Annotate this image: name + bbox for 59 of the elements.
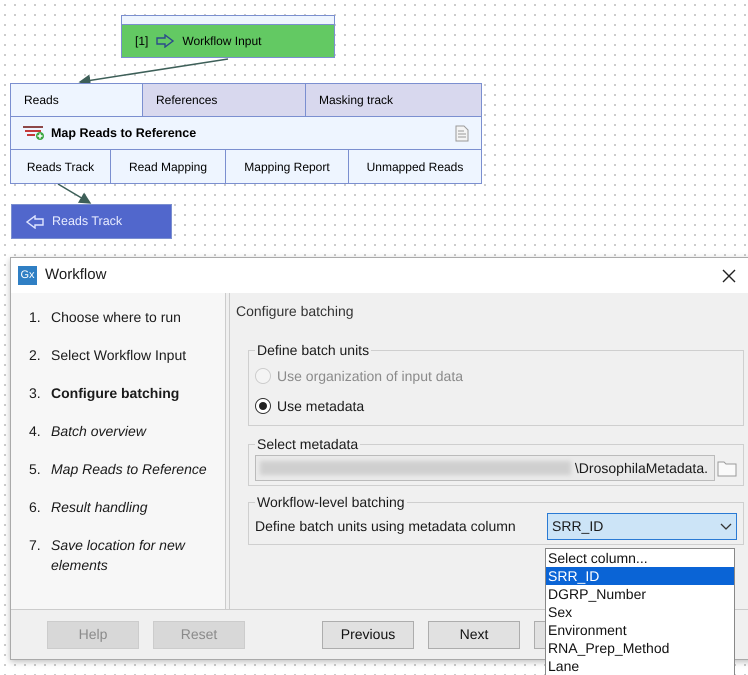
tool-node[interactable]: Reads References Masking track Map Reads to Reference Reads Track Read Mapping Mapping Report Unmapped Reads <box>10 83 482 184</box>
group-legend: Select metadata <box>255 434 360 455</box>
radio-button[interactable] <box>255 398 271 414</box>
arrow-outline-icon <box>156 34 174 48</box>
metadata-column-dropdown[interactable]: SRR_ID <box>547 513 737 540</box>
step-number: 5. <box>29 460 41 479</box>
app-logo: Gx <box>18 266 37 285</box>
step-label[interactable]: Map Reads to Reference <box>51 459 211 479</box>
dropdown-option[interactable]: Environment <box>546 621 734 639</box>
step-label[interactable]: Select Workflow Input <box>51 345 211 365</box>
workflow-input-node[interactable]: [1] Workflow Input <box>121 15 335 58</box>
chevron-down-icon <box>720 522 732 530</box>
step-label[interactable]: Result handling <box>51 497 211 517</box>
step-number: 3. <box>29 384 41 403</box>
folder-icon[interactable] <box>717 459 737 477</box>
field-label: Define batch units using metadata column <box>255 517 516 536</box>
output-port[interactable]: Mapping Report <box>225 150 348 183</box>
dialog-button[interactable]: Next <box>428 620 520 648</box>
close-icon[interactable] <box>722 268 736 282</box>
output-port[interactable]: Reads Track <box>11 150 110 183</box>
step-number: 6. <box>29 498 41 517</box>
step-number: 2. <box>29 346 41 365</box>
window-title: Workflow <box>45 265 108 286</box>
dropdown-option[interactable]: Sex <box>546 603 734 621</box>
tool-title: Map Reads to Reference <box>51 124 198 142</box>
step-label[interactable]: Save location for new elements <box>51 535 211 575</box>
step-label[interactable]: Choose where to run <box>51 307 211 327</box>
file-path-field[interactable]: \DrosophilaMetadata. <box>255 455 715 481</box>
step-number: 7. <box>29 536 41 555</box>
dropdown-option[interactable]: SRR_ID <box>546 567 734 585</box>
radio-label: Use organization of input data <box>277 366 464 386</box>
arrow-outline-icon <box>26 214 44 228</box>
output-port[interactable]: Unmapped Reads <box>348 150 481 183</box>
dropdown-value: SRR_ID <box>552 517 604 536</box>
node-index: [1] <box>135 33 148 50</box>
input-port[interactable]: Reads <box>11 84 142 116</box>
workflow-output-node[interactable]: Reads Track <box>11 204 172 239</box>
document-icon[interactable] <box>455 124 469 142</box>
group-legend: Workflow-level batching <box>255 492 407 513</box>
file-path-text: \DrosophilaMetadata. <box>574 458 708 478</box>
node-title: Reads Track <box>52 213 122 230</box>
map-reads-icon <box>23 126 45 140</box>
group-legend: Define batch units <box>255 340 372 361</box>
dropdown-option[interactable]: DGRP_Number <box>546 585 734 603</box>
step-label[interactable]: Batch overview <box>51 421 211 441</box>
dropdown-option[interactable]: Lane <box>546 657 734 675</box>
node-title: Workflow Input <box>182 33 262 50</box>
input-port[interactable]: Masking track <box>305 84 481 116</box>
dropdown-option[interactable]: Select column... <box>546 549 734 567</box>
output-port[interactable]: Read Mapping <box>110 150 225 183</box>
connector-arrow <box>58 183 92 204</box>
dialog-button[interactable]: Previous <box>322 620 414 648</box>
radio-label: Use metadata <box>277 396 364 416</box>
dropdown-option[interactable]: RNA_Prep_Method <box>546 639 734 657</box>
step-number: 1. <box>29 308 41 327</box>
step-number: 4. <box>29 422 41 441</box>
panel-heading: Configure batching <box>236 302 355 321</box>
step-label[interactable]: Configure batching <box>51 383 211 403</box>
input-port[interactable]: References <box>142 84 305 116</box>
